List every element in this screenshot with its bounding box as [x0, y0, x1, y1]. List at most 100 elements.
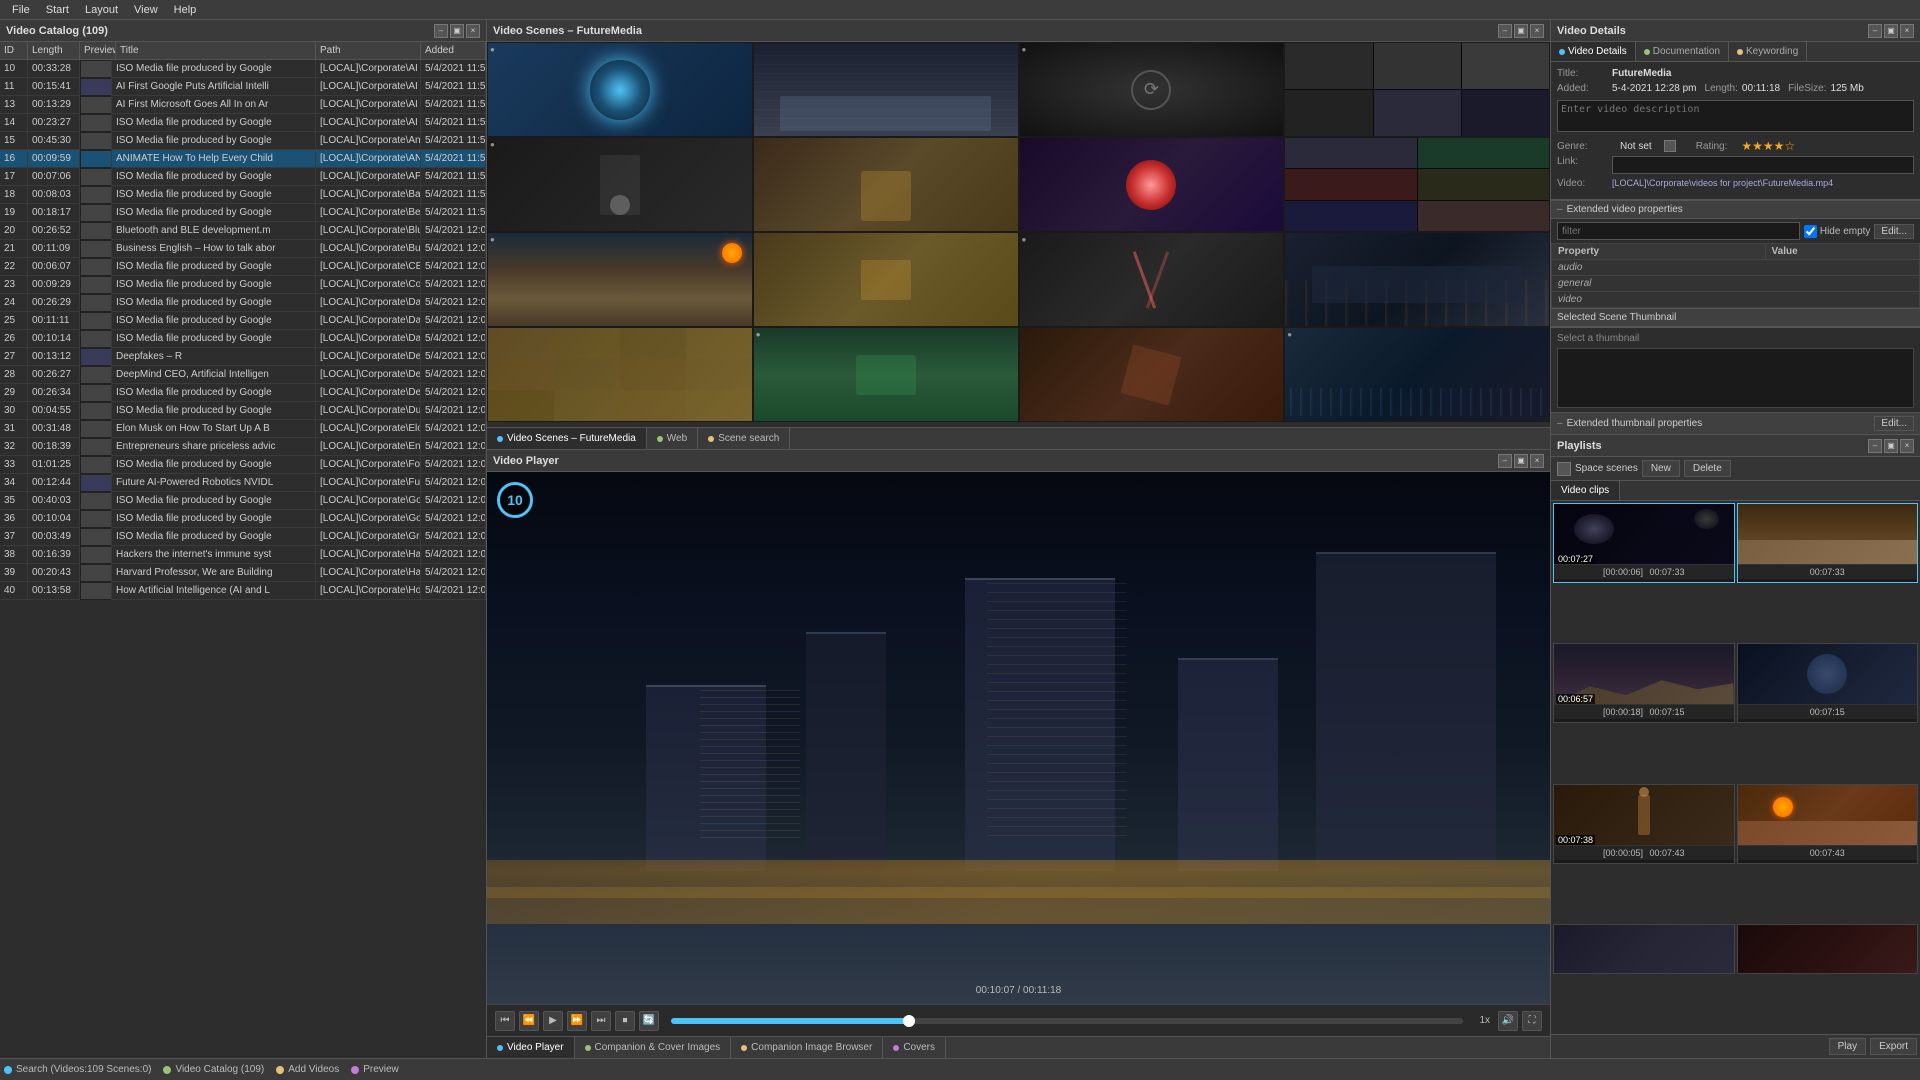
clip-item-2[interactable]: 00:07:33 [1737, 503, 1919, 583]
table-row[interactable]: 11 00:15:41 AI First Google Puts Artific… [0, 78, 486, 96]
space-scenes-toggle[interactable] [1557, 462, 1571, 476]
extended-props-header[interactable]: – Extended video properties [1551, 200, 1920, 219]
table-row[interactable]: 29 00:26:34 ISO Media file produced by G… [0, 384, 486, 402]
table-row[interactable]: 39 00:20:43 Harvard Professor, We are Bu… [0, 564, 486, 582]
scenes-tab-scenes[interactable]: Video Scenes – FutureMedia [487, 428, 647, 449]
scenes-close-btn[interactable]: × [1530, 24, 1544, 38]
clip-item-4[interactable]: 00:07:15 [1737, 643, 1919, 723]
table-row[interactable]: 17 00:07:06 ISO Media file produced by G… [0, 168, 486, 186]
table-row[interactable]: 14 00:23:27 ISO Media file produced by G… [0, 114, 486, 132]
player-progress-bar[interactable] [671, 1018, 1463, 1024]
catalog-close-btn[interactable]: × [466, 24, 480, 38]
menu-help[interactable]: Help [166, 2, 205, 18]
player-restore-btn[interactable]: ▣ [1514, 454, 1528, 468]
table-row[interactable]: 27 00:13:12 Deepfakes – R [LOCAL]\Corpor… [0, 348, 486, 366]
scene-thumb-11[interactable]: ● [1019, 232, 1285, 327]
scenes-minimize-btn[interactable]: – [1498, 24, 1512, 38]
col-id[interactable]: ID [0, 42, 28, 59]
player-progress-handle[interactable] [903, 1015, 915, 1027]
scene-thumb-2[interactable] [753, 42, 1019, 137]
player-tab-image-browser[interactable]: Companion Image Browser [731, 1037, 883, 1058]
scene-thumb-4[interactable] [1284, 42, 1550, 137]
play-btn[interactable]: Play [1829, 1038, 1866, 1055]
playlists-restore-btn[interactable]: ▣ [1884, 439, 1898, 453]
table-row[interactable]: 16 00:09:59 ANIMATE How To Help Every Ch… [0, 150, 486, 168]
menu-file[interactable]: File [4, 2, 38, 18]
table-row[interactable]: 21 00:11:09 Business English – How to ta… [0, 240, 486, 258]
player-fullscreen-btn[interactable]: ⛶ [1522, 1011, 1542, 1031]
table-row[interactable]: 34 00:12:44 Future AI-Powered Robotics N… [0, 474, 486, 492]
player-volume-btn[interactable]: 🔊 [1498, 1011, 1518, 1031]
player-tab-companion[interactable]: Companion & Cover Images [575, 1037, 732, 1058]
table-row[interactable]: 30 00:04:55 ISO Media file produced by G… [0, 402, 486, 420]
player-play-btn[interactable]: ▶ [543, 1011, 563, 1031]
description-textarea[interactable] [1557, 100, 1914, 132]
table-row[interactable]: 33 01:01:25 ISO Media file produced by G… [0, 456, 486, 474]
scenes-tab-search[interactable]: Scene search [698, 428, 790, 449]
table-row[interactable]: 26 00:10:14 ISO Media file produced by G… [0, 330, 486, 348]
scene-thumb-16[interactable]: ● [1284, 327, 1550, 422]
link-input[interactable] [1612, 156, 1914, 174]
menu-view[interactable]: View [126, 2, 166, 18]
menu-layout[interactable]: Layout [77, 2, 126, 18]
thumb-edit-btn[interactable]: Edit... [1874, 416, 1914, 431]
player-next-btn[interactable]: ⏩ [567, 1011, 587, 1031]
player-tab-player[interactable]: Video Player [487, 1037, 575, 1058]
table-row[interactable]: 32 00:18:39 Entrepreneurs share priceles… [0, 438, 486, 456]
table-row[interactable]: 40 00:13:58 How Artificial Intelligence … [0, 582, 486, 600]
props-edit-btn[interactable]: Edit... [1874, 224, 1914, 239]
status-preview[interactable]: Preview [351, 1064, 399, 1075]
scene-thumb-3[interactable]: ● ⟳ [1019, 42, 1285, 137]
details-close-btn[interactable]: × [1900, 24, 1914, 38]
col-added[interactable]: Added [421, 42, 486, 59]
col-length[interactable]: Length [28, 42, 80, 59]
table-row[interactable]: 37 00:03:49 ISO Media file produced by G… [0, 528, 486, 546]
delete-playlist-btn[interactable]: Delete [1684, 460, 1731, 477]
table-row[interactable]: 20 00:26:52 Bluetooth and BLE developmen… [0, 222, 486, 240]
export-btn[interactable]: Export [1870, 1038, 1917, 1055]
catalog-minimize-btn[interactable]: – [434, 24, 448, 38]
clip-item-8[interactable] [1737, 924, 1919, 974]
scene-thumb-9[interactable]: ● [487, 232, 753, 327]
ptab-video-clips[interactable]: Video clips [1551, 481, 1620, 500]
scene-thumb-8[interactable] [1284, 137, 1550, 232]
clip-item-3[interactable]: 00:06:57 [00:00:18] 00:07:15 [1553, 643, 1735, 723]
player-tab-covers[interactable]: Covers [883, 1037, 946, 1058]
player-stop-btn[interactable]: ⏹ [615, 1011, 635, 1031]
extended-thumb-header[interactable]: – Extended thumbnail properties Edit... [1551, 412, 1920, 435]
catalog-restore-btn[interactable]: ▣ [450, 24, 464, 38]
clip-item-5[interactable]: 00:07:38 [00:00:05] 00:07:43 [1553, 784, 1735, 864]
details-minimize-btn[interactable]: – [1868, 24, 1882, 38]
table-row[interactable]: 23 00:09:29 ISO Media file produced by G… [0, 276, 486, 294]
status-catalog[interactable]: Video Catalog (109) [163, 1064, 264, 1075]
table-row[interactable]: 35 00:40:03 ISO Media file produced by G… [0, 492, 486, 510]
tab-keywording[interactable]: Keywording [1729, 42, 1807, 61]
scene-thumb-12[interactable] [1284, 232, 1550, 327]
player-skip-end-btn[interactable]: ⏭ [591, 1011, 611, 1031]
playlists-minimize-btn[interactable]: – [1868, 439, 1882, 453]
table-row[interactable]: 18 00:08:03 ISO Media file produced by G… [0, 186, 486, 204]
table-row[interactable]: 31 00:31:48 Elon Musk on How To Start Up… [0, 420, 486, 438]
hide-empty-checkbox[interactable] [1804, 225, 1817, 238]
scenes-tab-web[interactable]: Web [647, 428, 698, 449]
filter-input[interactable] [1557, 222, 1800, 240]
status-add-videos[interactable]: Add Videos [276, 1064, 339, 1075]
clip-item-1[interactable]: 00:07:27 [00:00:06] 00:07:33 [1553, 503, 1735, 583]
playlists-close-btn[interactable]: × [1900, 439, 1914, 453]
player-skip-start-btn[interactable]: ⏮ [495, 1011, 515, 1031]
scene-thumb-7[interactable] [1019, 137, 1285, 232]
scene-thumb-14[interactable]: ● [753, 327, 1019, 422]
table-row[interactable]: 15 00:45:30 ISO Media file produced by G… [0, 132, 486, 150]
tab-video-details[interactable]: Video Details [1551, 42, 1636, 61]
col-path[interactable]: Path [316, 42, 421, 59]
clip-item-6[interactable]: 00:07:43 [1737, 784, 1919, 864]
table-row[interactable]: 25 00:11:11 ISO Media file produced by G… [0, 312, 486, 330]
tab-documentation[interactable]: Documentation [1636, 42, 1729, 61]
table-row[interactable]: 19 00:18:17 ISO Media file produced by G… [0, 204, 486, 222]
scene-thumb-10[interactable] [753, 232, 1019, 327]
scene-thumb-6[interactable] [753, 137, 1019, 232]
menu-start[interactable]: Start [38, 2, 77, 18]
scene-thumb-13[interactable] [487, 327, 753, 422]
scene-thumb-1[interactable]: ● [487, 42, 753, 137]
table-row[interactable]: 24 00:26:29 ISO Media file produced by G… [0, 294, 486, 312]
